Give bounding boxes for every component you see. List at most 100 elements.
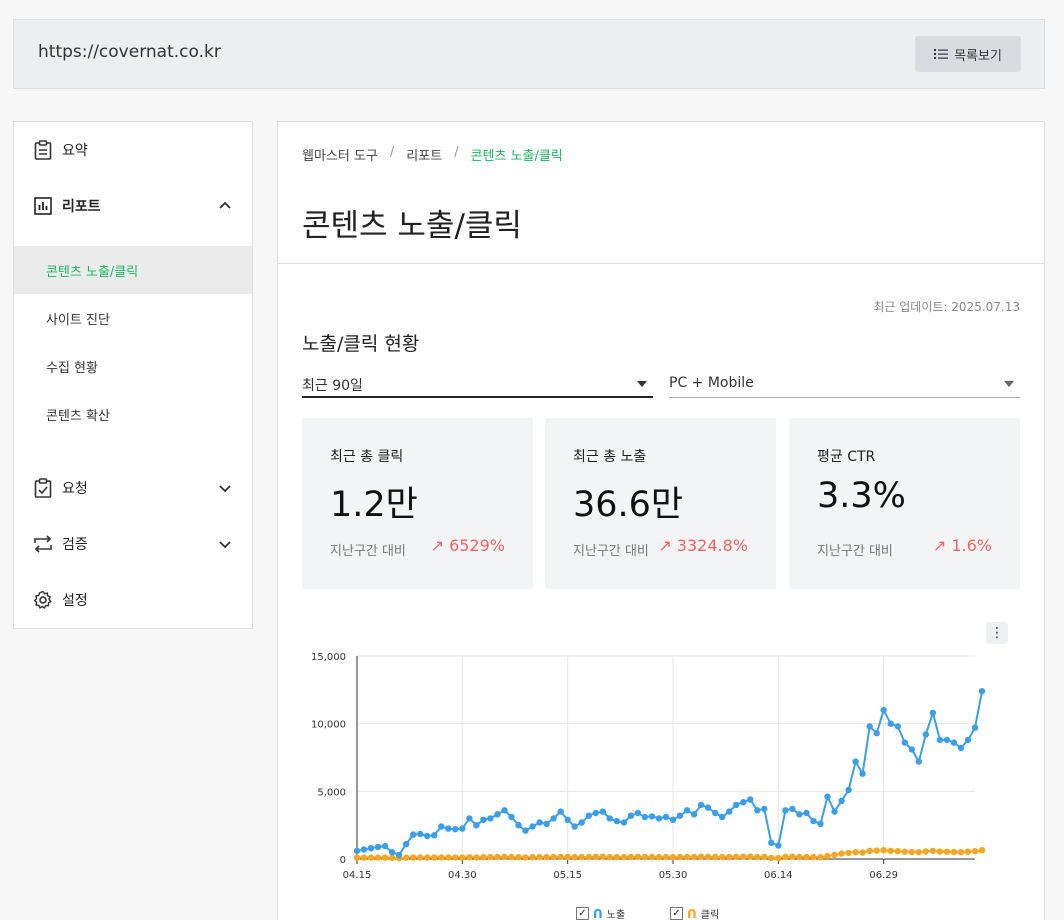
data-point <box>824 793 831 800</box>
chevron-down-icon <box>219 485 231 493</box>
sidebar-item-summary[interactable]: 요약 <box>14 122 252 178</box>
stat-compare-label: 지난구간 대비 <box>330 544 406 559</box>
data-point <box>950 848 958 856</box>
sidebar-item-request[interactable]: 요청 <box>14 460 252 516</box>
data-point <box>606 815 613 822</box>
sidebar-item-label: 리포트 <box>62 199 101 215</box>
data-point <box>585 853 592 861</box>
data-point <box>775 842 782 849</box>
data-point <box>789 805 796 813</box>
data-point <box>613 853 620 861</box>
data-point <box>690 853 698 861</box>
repeat-arrows-icon <box>32 533 54 555</box>
data-point <box>810 853 817 861</box>
y-tick-label: 0 <box>340 855 346 866</box>
sidebar-subitem-crawl-status[interactable]: 수집 현황 <box>14 342 252 390</box>
sidebar-subitem-content-exposure[interactable]: 콘텐츠 노출/클릭 <box>14 246 252 294</box>
data-point <box>697 801 705 809</box>
more-options-icon[interactable]: ⋮ <box>986 622 1008 644</box>
data-point <box>529 823 536 830</box>
data-point <box>704 804 712 811</box>
data-point <box>873 847 880 854</box>
data-point <box>922 848 929 855</box>
data-point <box>606 853 613 861</box>
data-point <box>466 854 473 861</box>
data-point <box>908 746 915 753</box>
breadcrumb-root[interactable]: 웹마스터 도구 <box>302 145 378 164</box>
data-point <box>388 854 396 862</box>
data-point <box>936 848 944 855</box>
data-point <box>571 823 578 830</box>
data-point <box>901 848 908 855</box>
data-point <box>683 853 691 860</box>
line-series-icon: ᑎ <box>687 906 697 920</box>
data-point <box>445 825 452 832</box>
breadcrumb: 웹마스터 도구 / 리포트 / 콘텐츠 노출/클릭 <box>302 145 563 164</box>
data-point <box>438 854 445 861</box>
sidebar-item-label: 요약 <box>62 143 88 159</box>
data-point <box>866 723 873 730</box>
sidebar-subitem-content-spread[interactable]: 콘텐츠 확산 <box>14 390 252 438</box>
sidebar-subitem-label: 콘텐츠 노출/클릭 <box>46 264 139 280</box>
data-point <box>431 854 438 861</box>
data-point <box>859 770 866 777</box>
data-point <box>473 854 480 861</box>
data-point <box>648 853 656 861</box>
y-tick-label: 15,000 <box>311 652 346 663</box>
sidebar-item-settings[interactable]: 설정 <box>14 572 252 628</box>
data-point <box>719 853 726 861</box>
x-tick-label: 05.15 <box>553 870 582 881</box>
data-point <box>978 847 986 854</box>
data-point <box>536 853 543 861</box>
data-point <box>655 853 663 861</box>
sidebar-subitem-site-diagnosis[interactable]: 사이트 진단 <box>14 294 252 342</box>
device-select[interactable]: PC + Mobile <box>669 370 1020 398</box>
data-point <box>887 720 894 727</box>
data-point <box>515 822 522 829</box>
data-point <box>564 816 571 823</box>
data-point <box>894 723 901 730</box>
data-point <box>747 853 754 860</box>
data-point <box>374 854 382 861</box>
line-series-icon: ᑎ <box>593 906 603 920</box>
data-point <box>557 853 564 860</box>
sidebar-item-report[interactable]: 리포트 <box>14 178 252 234</box>
data-point <box>452 826 459 833</box>
sidebar-subitem-label: 콘텐츠 확산 <box>46 408 110 424</box>
data-point <box>655 815 663 822</box>
data-point <box>929 709 937 716</box>
data-point <box>733 853 740 860</box>
sidebar-subitem-label: 사이트 진단 <box>46 312 110 328</box>
period-select[interactable]: 최근 90일 <box>302 370 653 398</box>
breadcrumb-parent[interactable]: 리포트 <box>406 145 442 164</box>
data-point <box>360 846 368 853</box>
data-point <box>592 853 599 860</box>
data-point <box>522 827 529 834</box>
data-point <box>487 815 494 822</box>
data-point <box>592 809 599 817</box>
data-point <box>873 729 880 737</box>
data-point <box>831 851 838 859</box>
data-point <box>817 820 824 827</box>
data-point <box>915 758 922 765</box>
period-select-value: 최근 90일 <box>302 378 363 394</box>
legend-item-impressions[interactable]: ✓ ᑎ 노출 <box>576 906 625 920</box>
data-point <box>641 853 649 861</box>
sidebar-item-verify[interactable]: 검증 <box>14 516 252 572</box>
data-point <box>543 853 550 861</box>
stat-title: 최근 총 클릭 <box>330 449 404 465</box>
data-point <box>620 819 628 826</box>
legend-item-clicks[interactable]: ✓ ᑎ 클릭 <box>670 906 719 920</box>
y-tick-label: 10,000 <box>311 720 346 731</box>
data-point <box>634 853 642 860</box>
data-point <box>950 739 958 746</box>
x-tick-label: 04.30 <box>448 870 477 881</box>
data-point <box>719 813 726 821</box>
checkbox-icon: ✓ <box>670 907 683 920</box>
list-view-button[interactable]: 목록보기 <box>915 36 1021 72</box>
breadcrumb-separator: / <box>454 145 459 160</box>
data-point <box>859 849 866 856</box>
data-point <box>726 853 733 861</box>
stat-title: 최근 총 노출 <box>573 449 647 465</box>
data-point <box>964 736 972 744</box>
